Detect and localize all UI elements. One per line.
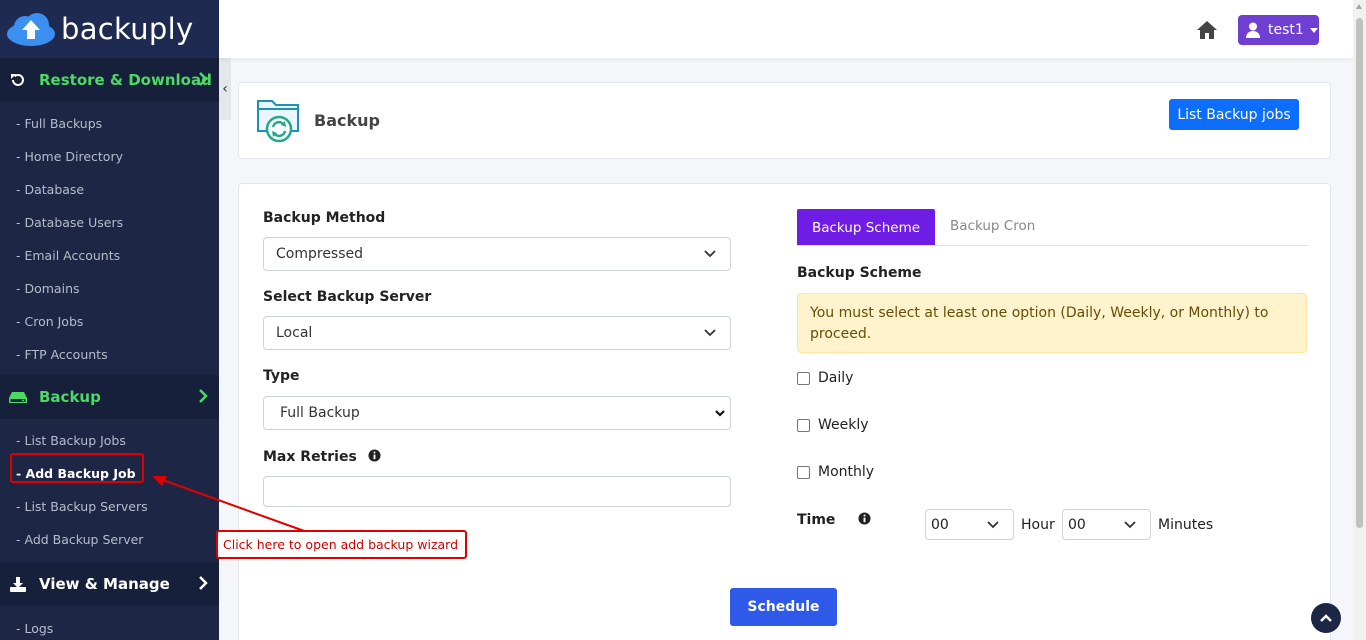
backup-method-label: Backup Method <box>263 210 386 226</box>
tab-backup-scheme[interactable]: Backup Scheme <box>797 209 935 246</box>
list-backup-jobs-button[interactable]: List Backup jobs <box>1169 99 1299 130</box>
home-icon[interactable] <box>1196 20 1218 40</box>
time-label: Time <box>797 512 871 528</box>
chevron-right-icon <box>199 576 208 590</box>
sidebar-item-full-backups[interactable]: - Full Backups <box>0 107 219 140</box>
sidebar-section-view-manage[interactable]: View & Manage <box>0 562 219 606</box>
max-retries-label-text: Max Retries <box>263 449 357 465</box>
annotation-callout: Click here to open add backup wizard <box>216 530 467 559</box>
sidebar-item-home-directory[interactable]: - Home Directory <box>0 140 219 173</box>
page-header-card: Backup List Backup jobs <box>238 82 1331 159</box>
max-retries-input[interactable] <box>263 476 731 507</box>
hour-select[interactable]: 00 <box>925 509 1014 540</box>
restore-icon <box>9 71 27 89</box>
page-title: Backup <box>314 111 380 130</box>
user-icon <box>1246 22 1260 38</box>
sidebar-item-database[interactable]: - Database <box>0 173 219 206</box>
monthly-label: Monthly <box>818 464 875 480</box>
hour-label: Hour <box>1021 517 1055 533</box>
sidebar: backuply Restore & Download - Full Backu… <box>0 0 219 640</box>
minutes-label: Minutes <box>1158 517 1214 533</box>
user-menu-button[interactable]: test1 <box>1238 15 1319 45</box>
backup-server-select[interactable]: Local <box>263 316 731 350</box>
scroll-up-arrow-icon[interactable] <box>1356 4 1362 9</box>
download-icon <box>9 575 27 593</box>
sidebar-section-label: Restore & Download <box>39 71 212 89</box>
chevron-down-icon <box>704 250 716 258</box>
backup-method-select[interactable]: Compressed <box>263 237 731 271</box>
chevron-down-icon <box>1124 521 1136 529</box>
sidebar-section-label: View & Manage <box>39 575 170 593</box>
info-icon[interactable] <box>368 449 381 462</box>
sidebar-item-database-users[interactable]: - Database Users <box>0 206 219 239</box>
sidebar-section-backup[interactable]: Backup <box>0 375 219 419</box>
monthly-checkbox[interactable]: Monthly <box>797 464 874 480</box>
chevron-down-icon <box>987 521 999 529</box>
minute-select[interactable]: 00 <box>1062 509 1151 540</box>
backup-method-value: Compressed <box>276 246 364 262</box>
daily-label: Daily <box>818 370 854 386</box>
page-scrollbar[interactable] <box>1353 0 1366 640</box>
time-label-text: Time <box>797 512 836 528</box>
sidebar-section-restore[interactable]: Restore & Download <box>0 58 219 102</box>
tab-backup-cron[interactable]: Backup Cron <box>950 218 1035 234</box>
type-value: Full Backup <box>280 405 360 421</box>
scrollbar-thumb[interactable] <box>1356 18 1363 528</box>
chevron-down-icon <box>704 329 716 337</box>
minute-value: 00 <box>1068 516 1086 533</box>
sidebar-section-label: Backup <box>39 388 101 406</box>
chevron-up-icon <box>1320 614 1332 622</box>
weekly-checkbox[interactable]: Weekly <box>797 417 869 433</box>
sidebar-item-domains[interactable]: - Domains <box>0 272 219 305</box>
chevron-left-icon: ‹ <box>222 81 228 97</box>
schedule-button[interactable]: Schedule <box>730 588 837 626</box>
type-label: Type <box>263 368 300 384</box>
caret-down-icon <box>1309 27 1318 33</box>
weekly-label: Weekly <box>818 417 869 433</box>
sidebar-item-cron-jobs[interactable]: - Cron Jobs <box>0 305 219 338</box>
brand[interactable]: backuply <box>0 0 219 58</box>
checkbox-box[interactable] <box>797 465 810 479</box>
sidebar-item-logs[interactable]: - Logs <box>0 612 219 640</box>
sidebar-collapse-toggle[interactable]: ‹ <box>219 58 231 120</box>
type-select[interactable]: Full Backup <box>263 396 731 430</box>
folder-sync-icon <box>257 100 299 143</box>
drive-icon <box>9 388 27 406</box>
annotation-highlight-box <box>10 453 144 483</box>
sidebar-item-ftp-accounts[interactable]: - FTP Accounts <box>0 338 219 371</box>
scroll-to-top-button[interactable] <box>1311 603 1341 633</box>
tab-divider <box>797 245 1308 246</box>
chevron-right-icon <box>199 72 208 86</box>
top-bar: test1 <box>219 0 1353 58</box>
backup-form-card: Backup Method Compressed Select Backup S… <box>238 183 1331 640</box>
backup-server-label: Select Backup Server <box>263 289 432 305</box>
max-retries-label: Max Retries <box>263 449 381 465</box>
sidebar-item-email-accounts[interactable]: - Email Accounts <box>0 239 219 272</box>
chevron-down-icon <box>715 410 725 417</box>
chevron-right-icon <box>199 389 208 403</box>
info-icon[interactable] <box>858 512 871 525</box>
scheme-warning-alert: You must select at least one option (Dai… <box>797 293 1307 353</box>
view-manage-submenu: - Logs <box>0 606 219 640</box>
checkbox-box[interactable] <box>797 371 810 385</box>
cloud-upload-icon <box>7 13 55 46</box>
brand-name: backuply <box>61 12 194 46</box>
backup-scheme-title: Backup Scheme <box>797 265 922 281</box>
restore-submenu: - Full Backups - Home Directory - Databa… <box>0 102 219 371</box>
backup-server-value: Local <box>276 325 313 341</box>
daily-checkbox[interactable]: Daily <box>797 370 853 386</box>
checkbox-box[interactable] <box>797 418 810 432</box>
username: test1 <box>1268 22 1304 38</box>
hour-value: 00 <box>931 516 949 533</box>
